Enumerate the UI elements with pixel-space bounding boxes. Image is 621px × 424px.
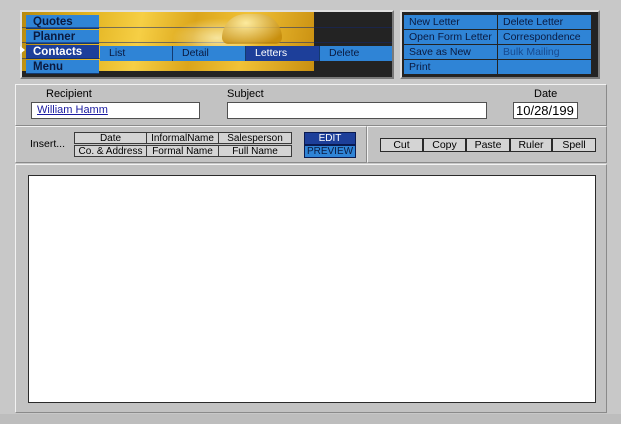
letter-header-panel: Recipient William Hamm Subject Date 10/2… <box>15 84 607 126</box>
navigation-panel: Quotes Planner Contacts Menu List Detail… <box>20 10 394 79</box>
letter-body-editor[interactable] <box>28 175 596 403</box>
insert-informal-name-button[interactable]: InformalName <box>146 132 219 144</box>
nav-menu-button[interactable]: Menu <box>26 60 99 74</box>
insert-formal-name-button[interactable]: Formal Name <box>146 145 219 157</box>
bottom-edge <box>0 414 621 424</box>
empty-action-slot <box>498 60 591 74</box>
recipient-label: Recipient <box>46 88 92 100</box>
insert-company-address-button[interactable]: Co. & Address <box>74 145 147 157</box>
print-button[interactable]: Print <box>404 60 497 74</box>
contacts-subtabs: List Detail Letters Delete <box>100 46 392 61</box>
letter-body-panel <box>15 164 607 413</box>
subject-field[interactable] <box>227 102 487 119</box>
edit-mode-button[interactable]: EDIT <box>304 132 356 145</box>
paste-button[interactable]: Paste <box>466 138 510 152</box>
subject-label: Subject <box>227 88 264 100</box>
insert-full-name-button[interactable]: Full Name <box>218 145 292 157</box>
edit-tools-panel: Cut Copy Paste Ruler Spell <box>367 126 607 163</box>
subtab-list[interactable]: List <box>100 46 173 61</box>
insert-date-button[interactable]: Date <box>74 132 147 144</box>
delete-letter-button[interactable]: Delete Letter <box>498 15 591 29</box>
insert-fields-panel: Insert... Date InformalName Salesperson … <box>15 126 367 163</box>
subtab-detail[interactable]: Detail <box>173 46 246 61</box>
cut-button[interactable]: Cut <box>380 138 423 152</box>
copy-button[interactable]: Copy <box>423 138 466 152</box>
date-field[interactable]: 10/28/199 <box>513 102 578 119</box>
insert-label: Insert... <box>30 138 66 150</box>
subtab-letters[interactable]: Letters <box>246 46 320 61</box>
correspondence-log-button[interactable]: Correspondence Log <box>498 30 591 57</box>
ruler-button[interactable]: Ruler <box>510 138 552 152</box>
recipient-field[interactable]: William Hamm <box>31 102 200 119</box>
nav-contacts-button[interactable]: Contacts <box>26 45 99 59</box>
insert-salesperson-button[interactable]: Salesperson <box>218 132 292 144</box>
spell-button[interactable]: Spell <box>552 138 596 152</box>
current-section-pointer-icon <box>20 46 25 54</box>
bulk-mailing-button[interactable]: Bulk Mailing <box>498 45 591 59</box>
subtab-delete[interactable]: Delete <box>320 46 392 61</box>
open-form-letter-button[interactable]: Open Form Letter <box>404 30 497 44</box>
new-letter-button[interactable]: New Letter <box>404 15 497 29</box>
preview-mode-button[interactable]: PREVIEW <box>304 145 356 158</box>
letter-actions-panel: New Letter Delete Letter Open Form Lette… <box>400 10 600 79</box>
recipient-value[interactable]: William Hamm <box>37 104 108 116</box>
date-label: Date <box>534 88 558 100</box>
save-as-new-form-button[interactable]: Save as New Form <box>404 45 497 72</box>
